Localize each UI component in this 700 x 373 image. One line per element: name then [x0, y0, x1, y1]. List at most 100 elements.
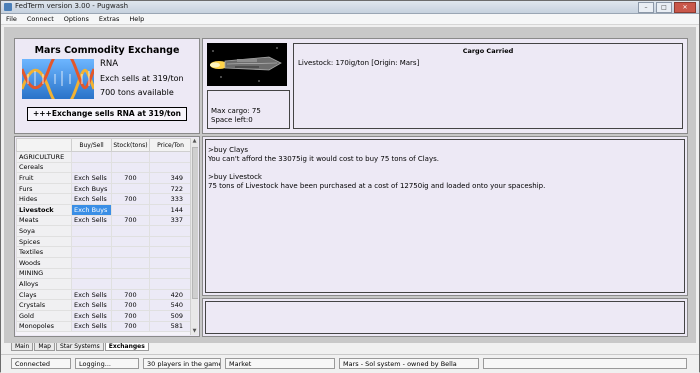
message-log: >buy Clays You can't afford the 33075ig … — [205, 139, 685, 293]
table-row[interactable]: Meats Exch Sells 700 337 — [16, 214, 192, 227]
app-icon — [4, 3, 12, 11]
stock-cell — [111, 235, 150, 248]
tab-star-systems[interactable]: Star Systems — [56, 343, 104, 351]
price-cell — [149, 151, 192, 163]
stock-cell: 700 — [111, 172, 150, 184]
exchange-banner: +++Exchange sells RNA at 319/ton — [27, 107, 187, 121]
command-input[interactable] — [205, 301, 685, 334]
column-header-name — [16, 138, 72, 152]
table-row[interactable]: Hides Exch Sells 700 333 — [16, 193, 192, 205]
ship-stats: Max cargo: 75 Space left:0 — [207, 90, 290, 129]
buysell-cell: Exch Sells — [71, 193, 112, 205]
stock-cell — [111, 161, 150, 174]
buysell-cell — [71, 235, 112, 248]
menu-connect[interactable]: Connect — [22, 14, 59, 24]
commodity-cell: Clays — [16, 288, 72, 301]
price-cell: 722 — [149, 182, 192, 195]
max-cargo: Max cargo: 75 — [211, 107, 261, 115]
price-cell: 349 — [149, 172, 192, 184]
app-window: FedTerm version 3.00 - Pugwash – □ ✕ Fil… — [0, 0, 700, 373]
column-header-price[interactable]: Price/Ton — [149, 138, 192, 152]
buysell-cell — [71, 151, 112, 163]
log-line: >buy Clays — [208, 146, 249, 154]
tab-bar: Main Map Star Systems Exchanges — [11, 343, 150, 351]
commodity-cell: Furs — [16, 182, 72, 195]
menu-help[interactable]: Help — [124, 14, 149, 24]
commodity-table-panel: Buy/Sell Stock(tons) Price/Ton AGRICULTU… — [14, 136, 200, 337]
minimize-icon[interactable]: – — [638, 2, 654, 13]
menu-extras[interactable]: Extras — [94, 14, 125, 24]
tab-main[interactable]: Main — [11, 343, 34, 351]
exchange-title: Mars Commodity Exchange — [34, 45, 180, 56]
cargo-panel: Cargo Carried Livestock: 170ig/ton [Orig… — [293, 43, 683, 129]
price-cell — [149, 246, 192, 258]
price-cell: 581 — [149, 320, 192, 333]
price-cell — [149, 256, 192, 269]
table-row[interactable]: Furs Exch Buys 722 — [16, 182, 192, 195]
buysell-cell — [71, 256, 112, 269]
commodity-name: RNA — [100, 59, 119, 69]
table-scrollbar[interactable]: ▲ ▼ — [190, 138, 198, 335]
stock-cell — [111, 267, 150, 280]
commodity-cell: Fruit — [16, 172, 72, 184]
commodity-cell: Crystals — [16, 299, 72, 311]
table-row[interactable]: Cereals — [16, 161, 192, 174]
table-row[interactable]: Fruit Exch Sells 700 349 — [16, 172, 192, 184]
log-line — [208, 164, 682, 173]
menu-file[interactable]: File — [1, 14, 22, 24]
stock-cell: 700 — [111, 214, 150, 227]
price-cell: 540 — [149, 299, 192, 311]
price-cell: 509 — [149, 309, 192, 322]
input-panel — [202, 298, 688, 337]
buysell-cell: Exch Sells — [71, 288, 112, 301]
buysell-cell — [71, 161, 112, 174]
scroll-down-icon[interactable]: ▼ — [191, 328, 198, 335]
buysell-cell: Exch Buys — [71, 182, 112, 195]
table-row[interactable]: Clays Exch Sells 700 420 — [16, 288, 192, 301]
close-icon[interactable]: ✕ — [674, 2, 696, 13]
stock-cell: 700 — [111, 299, 150, 311]
commodity-cell: Alloys — [16, 278, 72, 290]
table-row[interactable]: MINING — [16, 267, 192, 280]
commodity-cell: Livestock — [16, 203, 72, 216]
table-row[interactable]: Woods — [16, 256, 192, 269]
commodity-cell: Meats — [16, 214, 72, 227]
table-row[interactable]: Soya — [16, 225, 192, 237]
table-row[interactable]: Gold Exch Sells 700 509 — [16, 309, 192, 322]
table-row[interactable]: Crystals Exch Sells 700 540 — [16, 299, 192, 311]
status-extra — [483, 358, 687, 369]
column-header-stock[interactable]: Stock(tons) — [111, 138, 150, 152]
commodity-cell: MINING — [16, 267, 72, 280]
stock-cell — [111, 151, 150, 163]
table-row[interactable]: Textiles — [16, 246, 192, 258]
column-header-buysell[interactable]: Buy/Sell — [71, 138, 112, 152]
tab-exchanges[interactable]: Exchanges — [104, 343, 149, 351]
maximize-icon[interactable]: □ — [656, 2, 672, 13]
commodity-cell: Monopoles — [16, 320, 72, 333]
table-row[interactable]: Livestock Exch Buys 144 — [16, 203, 192, 216]
stock-cell — [111, 278, 150, 290]
stock-cell: 700 — [111, 309, 150, 322]
stock-cell: 700 — [111, 288, 150, 301]
scroll-up-icon[interactable]: ▲ — [191, 138, 198, 145]
price-cell: 144 — [149, 203, 192, 216]
tab-map[interactable]: Map — [34, 343, 55, 351]
table-row[interactable]: AGRICULTURE — [16, 151, 192, 163]
buysell-cell: Exch Sells — [71, 299, 112, 311]
menu-options[interactable]: Options — [59, 14, 94, 24]
table-row[interactable]: Spices — [16, 235, 192, 248]
commodity-cell: Woods — [16, 256, 72, 269]
scroll-thumb[interactable] — [192, 147, 198, 299]
table-row[interactable]: Monopoles Exch Sells 700 581 — [16, 320, 192, 333]
stock-cell — [111, 246, 150, 258]
exchange-panel: Mars Commodity Exchange RNA Exch sells a… — [14, 38, 200, 134]
commodity-cell: Hides — [16, 193, 72, 205]
commodity-cell: Spices — [16, 235, 72, 248]
stock-cell: 700 — [111, 320, 150, 333]
price-cell — [149, 225, 192, 237]
table-row[interactable]: Alloys — [16, 278, 192, 290]
main-content: Mars Commodity Exchange RNA Exch sells a… — [4, 27, 696, 343]
sell-price-text: Exch sells at 319/ton — [100, 74, 184, 83]
buysell-cell: Exch Sells — [71, 309, 112, 322]
price-cell: 420 — [149, 288, 192, 301]
